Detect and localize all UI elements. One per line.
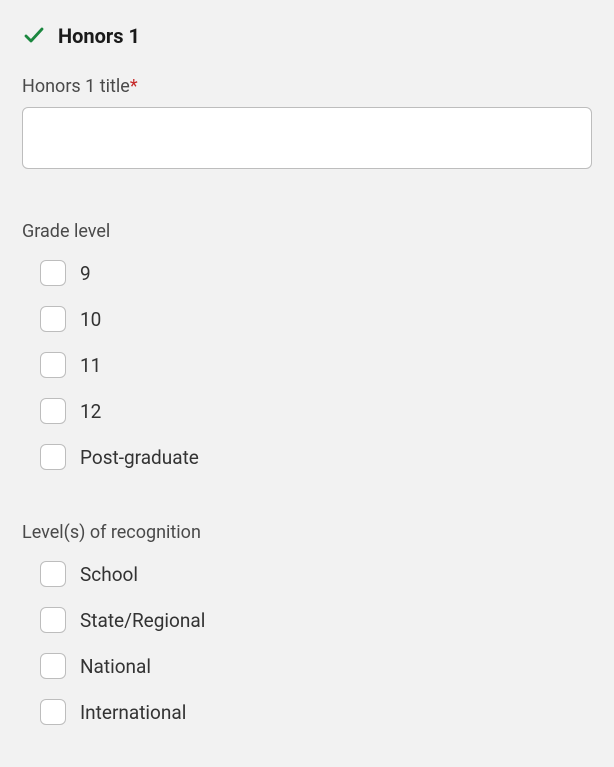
grade-level-group: Grade level 9 10 11 12 Post-graduate [22, 221, 592, 470]
checkbox-label-post-graduate[interactable]: Post-graduate [80, 446, 199, 469]
title-field-label-text: Honors 1 title [22, 76, 130, 97]
checkbox-row-grade-10: 10 [40, 306, 592, 332]
checkbox-row-national: National [40, 653, 592, 679]
title-field-group: Honors 1 title* [22, 76, 592, 169]
recognition-checkbox-list: School State/Regional National Internati… [22, 561, 592, 725]
recognition-group: Level(s) of recognition School State/Reg… [22, 522, 592, 725]
grade-level-label: Grade level [22, 221, 592, 242]
checkbox-grade-11[interactable] [40, 352, 66, 378]
checkbox-label-grade-12[interactable]: 12 [80, 400, 101, 423]
checkbox-label-grade-10[interactable]: 10 [80, 308, 101, 331]
checkbox-grade-9[interactable] [40, 260, 66, 286]
checkbox-national[interactable] [40, 653, 66, 679]
checkbox-row-post-graduate: Post-graduate [40, 444, 592, 470]
checkbox-post-graduate[interactable] [40, 444, 66, 470]
grade-level-checkbox-list: 9 10 11 12 Post-graduate [22, 260, 592, 470]
section-title: Honors 1 [58, 24, 140, 48]
checkbox-row-grade-11: 11 [40, 352, 592, 378]
checkbox-label-state-regional[interactable]: State/Regional [80, 609, 205, 632]
checkbox-label-national[interactable]: National [80, 655, 151, 678]
checkbox-label-grade-9[interactable]: 9 [80, 262, 91, 285]
checkbox-grade-10[interactable] [40, 306, 66, 332]
checkbox-row-grade-12: 12 [40, 398, 592, 424]
checkbox-row-international: International [40, 699, 592, 725]
title-field-label: Honors 1 title* [22, 76, 592, 97]
checkbox-school[interactable] [40, 561, 66, 587]
checkbox-grade-12[interactable] [40, 398, 66, 424]
checkbox-state-regional[interactable] [40, 607, 66, 633]
checkmark-icon [22, 24, 46, 48]
checkbox-row-state-regional: State/Regional [40, 607, 592, 633]
checkbox-row-grade-9: 9 [40, 260, 592, 286]
checkbox-international[interactable] [40, 699, 66, 725]
required-marker: * [130, 76, 138, 97]
honors-title-input[interactable] [22, 107, 592, 169]
checkbox-label-school[interactable]: School [80, 563, 138, 586]
checkbox-label-international[interactable]: International [80, 701, 186, 724]
recognition-label: Level(s) of recognition [22, 522, 592, 543]
section-header: Honors 1 [22, 24, 592, 48]
checkbox-row-school: School [40, 561, 592, 587]
checkbox-label-grade-11[interactable]: 11 [80, 354, 101, 377]
